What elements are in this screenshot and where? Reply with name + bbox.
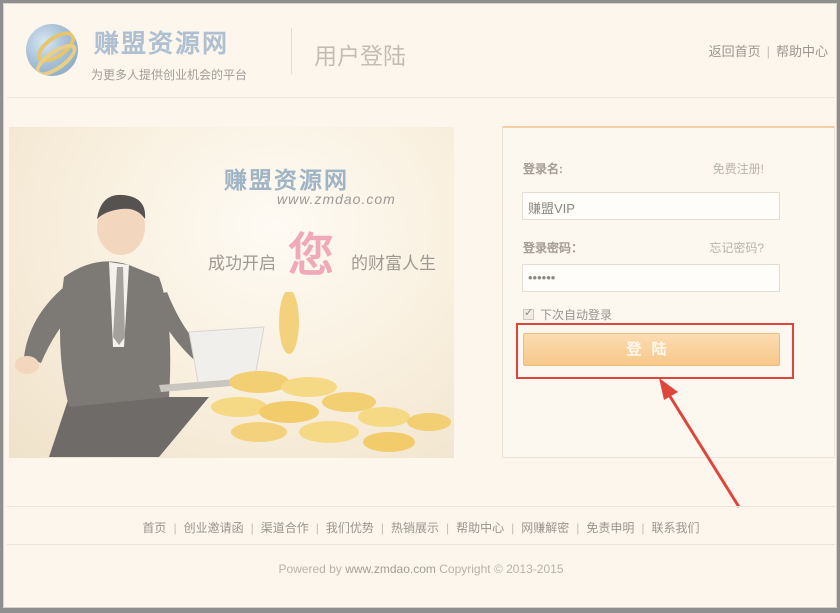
separator: | — [250, 521, 254, 535]
forgot-password-link[interactable]: 忘记密码? — [709, 239, 764, 256]
footer-link-channel[interactable]: 渠道合作 — [261, 521, 309, 535]
footer-nav: 首页 | 创业邀请函 | 渠道合作 | 我们优势 | 热销展示 | 帮助中心 | 网赚解密 | 免责申明 | 联… — [4, 519, 838, 536]
gold-coins-illustration — [211, 292, 451, 452]
password-label: 登录密码： — [523, 241, 584, 255]
footer-link-contact[interactable]: 联系我们 — [652, 521, 700, 535]
remember-label: 下次自动登录 — [540, 308, 613, 322]
header-divider-line — [7, 97, 835, 98]
annotation-arrow-icon — [659, 378, 741, 508]
footer-link-decrypt[interactable]: 网赚解密 — [521, 521, 569, 535]
separator: | — [576, 521, 580, 535]
footer-link-help[interactable]: 帮助中心 — [456, 521, 504, 535]
powered-by-site[interactable]: www.zmdao.com — [345, 562, 436, 576]
footer-divider-bottom — [7, 544, 835, 545]
remember-checkbox[interactable] — [523, 306, 534, 320]
login-button[interactable]: 登陆 — [523, 333, 780, 366]
separator: | — [173, 521, 177, 535]
page-frame: 赚盟资源网 为更多人提供创业机会的平台 用户登陆 返回首页 | 帮助中心 赚盟资源网… — [3, 3, 837, 608]
footer-link-disclaimer[interactable]: 免责申明 — [586, 521, 634, 535]
header-divider — [291, 28, 292, 74]
register-link[interactable]: 免费注册! — [713, 160, 764, 177]
copyright-text: Copyright © 2013-2015 — [439, 562, 564, 576]
separator: | — [380, 521, 384, 535]
help-center-link[interactable]: 帮助中心 — [776, 44, 828, 59]
banner-slogan-suffix: 的财富人生 — [351, 254, 436, 273]
footer-link-home[interactable]: 首页 — [142, 521, 166, 535]
banner-slogan-highlight: 您 — [288, 229, 334, 281]
page-title: 用户登陆 — [314, 43, 406, 69]
banner-url: www.zmdao.com — [277, 191, 396, 207]
footer-link-advantages[interactable]: 我们优势 — [326, 521, 374, 535]
footer-link-invitation[interactable]: 创业邀请函 — [184, 521, 244, 535]
separator: | — [766, 44, 770, 59]
username-input[interactable]: 赚盟VIP — [522, 192, 780, 220]
copyright: Powered by www.zmdao.com Copyright © 201… — [4, 562, 838, 576]
logo-globe-icon[interactable] — [26, 24, 78, 76]
separator: | — [511, 521, 515, 535]
site-logo-text[interactable]: 赚盟资源网 — [94, 24, 229, 60]
remember-me[interactable]: 下次自动登录 — [523, 306, 612, 323]
username-label: 登录名: — [523, 162, 563, 176]
footer-link-showcase[interactable]: 热销展示 — [391, 521, 439, 535]
site-slogan: 为更多人提供创业机会的平台 — [91, 68, 248, 82]
promo-banner: 赚盟资源网 www.zmdao.com 成功开启 您 的财富人生 — [9, 127, 454, 458]
top-nav: 返回首页 | 帮助中心 — [709, 41, 828, 60]
back-home-link[interactable]: 返回首页 — [709, 44, 761, 59]
password-input[interactable]: •••••• — [522, 264, 780, 292]
powered-by-prefix: Powered by — [278, 562, 342, 576]
separator: | — [641, 521, 645, 535]
separator: | — [315, 521, 319, 535]
separator: | — [446, 521, 450, 535]
footer-divider-top — [7, 506, 835, 507]
